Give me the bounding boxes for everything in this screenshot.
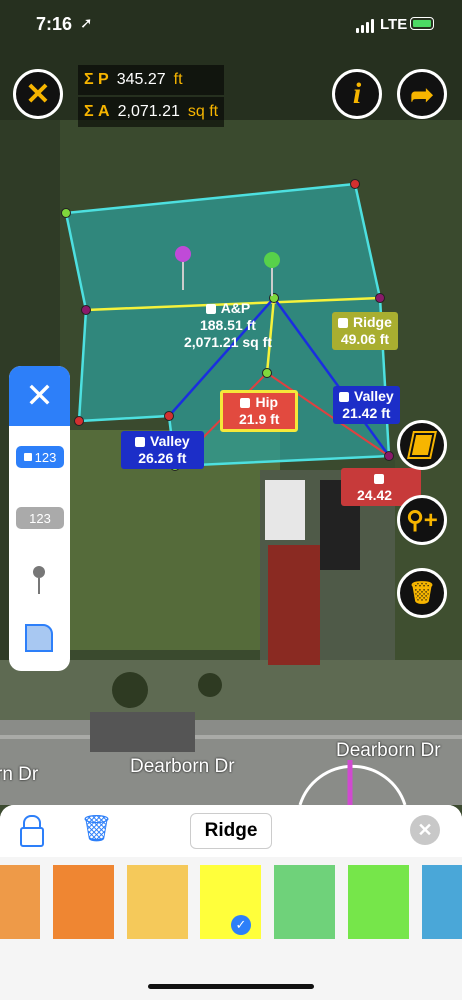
pin-tool-icon[interactable] <box>33 566 45 596</box>
panel-close-button[interactable]: ✕ <box>9 366 70 426</box>
perimeter-symbol: Σ P <box>84 71 109 88</box>
label-toggle-inactive-text: 123 <box>29 510 51 526</box>
red-edge-checkbox[interactable] <box>373 474 384 484</box>
street-label-left: rn Dr <box>0 764 39 785</box>
valley-right-title: Valley <box>354 388 394 404</box>
info-button[interactable]: i <box>332 69 382 119</box>
ap-title: A&P <box>220 300 251 316</box>
ap-perimeter: 188.51 ft <box>199 317 256 333</box>
signal-icon <box>356 19 376 33</box>
hip-title: Hip <box>255 394 279 410</box>
valley-left-title: Valley <box>150 433 190 449</box>
home-indicator <box>148 984 314 989</box>
valley-right-label[interactable]: Valley 21.42 ft <box>333 386 400 424</box>
valley-left-label[interactable]: Valley 26.26 ft <box>121 431 204 469</box>
street-label-center: Dearborn Dr <box>130 756 235 777</box>
color-swatch-orange[interactable] <box>53 865 114 939</box>
share-button[interactable]: ➦ <box>397 69 447 119</box>
parallelogram-icon <box>409 433 435 457</box>
carrier-label: LTE <box>380 16 408 33</box>
bottom-toolbar: 🗑 Ridge ✕ <box>0 805 462 857</box>
valley-right-checkbox[interactable] <box>339 392 349 402</box>
ridge-label[interactable]: Ridge 49.06 ft <box>332 312 398 350</box>
close-button[interactable]: ✕ <box>13 69 63 119</box>
valley-left-checkbox[interactable] <box>135 437 145 447</box>
clear-button[interactable]: ✕ <box>410 815 440 845</box>
color-swatch-yellow[interactable]: ✓ <box>200 865 261 939</box>
battery-icon <box>410 17 434 30</box>
area-unit: sq ft <box>187 103 219 120</box>
totals-panel: Σ P 345.27 ft Σ A 2,071.21 sq ft <box>78 65 225 129</box>
checkmark-icon: ✓ <box>231 915 251 935</box>
perimeter-value: 345.27 <box>116 71 166 88</box>
polygon-tool-icon[interactable] <box>25 624 53 652</box>
perimeter-unit: ft <box>173 71 183 88</box>
close-icon: ✕ <box>25 77 51 111</box>
trash-icon: 🗑 <box>80 813 114 843</box>
trash-icon: 🗑 <box>408 580 436 605</box>
status-bar: 7:16 ➚ LTE <box>0 0 462 50</box>
ridge-title: Ridge <box>353 314 392 330</box>
line-type-button[interactable]: Ridge <box>190 813 272 849</box>
left-tool-panel: ✕ 123 123 <box>9 366 70 671</box>
ridge-checkbox[interactable] <box>338 318 348 328</box>
perimeter-total: Σ P 345.27 ft <box>78 65 225 95</box>
hip-value: 21.9 ft <box>239 411 280 427</box>
street-label-right: Dearborn Dr <box>336 740 441 761</box>
shape-tool-button[interactable] <box>397 420 447 470</box>
delete-line-button[interactable]: 🗑 <box>80 813 113 844</box>
ap-checkbox[interactable] <box>205 304 216 314</box>
hip-label[interactable]: Hip 21.9 ft <box>220 390 299 432</box>
share-arrow-icon: ➦ <box>410 78 434 110</box>
label-toggle-inactive[interactable]: 123 <box>16 507 64 529</box>
close-icon: ✕ <box>25 377 54 415</box>
info-icon: i <box>352 77 362 110</box>
ap-area: 2,071.21 sq ft <box>184 334 272 350</box>
ap-label[interactable]: A&P 188.51 ft 2,071.21 sq ft <box>178 298 278 353</box>
checkbox-icon <box>23 453 32 461</box>
label-toggle-active[interactable]: 123 <box>16 446 64 468</box>
delete-button[interactable]: 🗑 <box>397 568 447 618</box>
valley-left-value: 26.26 ft <box>138 450 187 466</box>
color-swatch-green[interactable] <box>274 865 335 939</box>
lock-button[interactable] <box>20 815 44 847</box>
hip-checkbox[interactable] <box>240 398 251 408</box>
label-toggle-active-text: 123 <box>34 449 57 465</box>
pin-plus-icon: ⚲+ <box>406 506 438 534</box>
color-swatch-orange-light[interactable] <box>0 865 40 939</box>
location-arrow-icon: ➚ <box>80 15 93 32</box>
color-swatch-lime[interactable] <box>348 865 409 939</box>
color-swatch-blue[interactable] <box>422 865 462 939</box>
color-swatch-gold[interactable] <box>127 865 188 939</box>
add-pin-button[interactable]: ⚲+ <box>397 495 447 545</box>
area-total: Σ A 2,071.21 sq ft <box>78 97 225 127</box>
valley-right-value: 21.42 ft <box>342 405 391 421</box>
area-value: 2,071.21 <box>117 103 180 120</box>
status-time: 7:16 <box>36 14 73 34</box>
close-icon: ✕ <box>417 819 433 840</box>
ridge-value: 49.06 ft <box>340 331 390 347</box>
area-symbol: Σ A <box>84 103 110 120</box>
